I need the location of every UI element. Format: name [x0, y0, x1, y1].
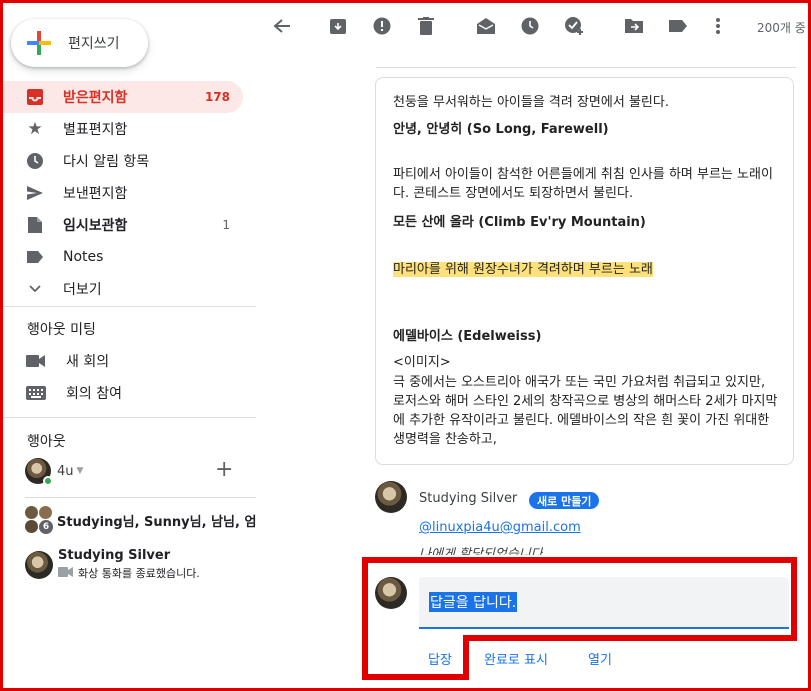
- snooze-icon[interactable]: [519, 15, 541, 37]
- comment-quote-box: 천둥을 무서워하는 아이들을 격려 장면에서 불린다. 안녕, 안녕히 (So …: [375, 77, 794, 465]
- image-placeholder: <이미지>: [393, 355, 451, 370]
- divider: [3, 417, 256, 418]
- nav-list: 받은편지함 178 ★ 별표편지함 다시 알림 항목 보낸편지함 임시보관함 1: [3, 81, 243, 305]
- new-meeting-item[interactable]: 새 회의: [25, 346, 109, 376]
- back-arrow-icon[interactable]: [271, 15, 293, 37]
- nav-label: 임시보관함: [63, 218, 128, 234]
- report-spam-icon[interactable]: [371, 15, 393, 37]
- send-icon: [25, 183, 45, 203]
- nav-label: 다시 알림 항목: [63, 154, 150, 170]
- group-chat-row[interactable]: 6 Studying님, Sunny님, 남님, 엄: [25, 506, 256, 534]
- reply-input[interactable]: 답글을 답니다.: [419, 577, 789, 629]
- assigned-text: 나에게 할당되었습니다: [419, 547, 543, 555]
- nav-label: Notes: [63, 249, 104, 265]
- trash-icon[interactable]: [415, 15, 437, 37]
- sender-avatar: [375, 481, 407, 513]
- hangouts-title: 행아웃: [27, 434, 66, 450]
- contact-status: 화상 통화를 종료했습니다.: [78, 567, 200, 580]
- caret-down-icon[interactable]: ▼: [77, 466, 84, 476]
- reply-button[interactable]: 답장: [428, 649, 452, 668]
- toolbar: 200개 중: [256, 3, 808, 49]
- nav-item-starred[interactable]: ★ 별표편지함: [3, 113, 243, 145]
- song-title: 에델바이스 (Edelweiss): [393, 329, 542, 344]
- group-avatar: 6: [25, 506, 53, 534]
- nav-label: 받은편지함: [63, 90, 128, 106]
- nav-item-snoozed[interactable]: 다시 알림 항목: [3, 145, 243, 177]
- sidebar: 편지쓰기 받은편지함 178 ★ 별표편지함 다시 알림 항목 보낸편지함 임시…: [3, 3, 260, 688]
- song-title: 모든 산에 올라 (Climb Ev'ry Mountain): [393, 215, 646, 230]
- more-vertical-icon[interactable]: [707, 15, 729, 37]
- divider: [376, 67, 796, 68]
- clock-icon: [25, 151, 45, 171]
- new-meeting-label: 새 회의: [66, 354, 110, 370]
- inbox-icon: [25, 87, 45, 107]
- nav-label: 더보기: [63, 282, 102, 298]
- star-icon: ★: [27, 119, 43, 139]
- draft-icon: [25, 215, 45, 235]
- nav-item-notes[interactable]: Notes: [3, 241, 243, 273]
- open-button[interactable]: 열기: [588, 649, 612, 668]
- nav-item-drafts[interactable]: 임시보관함 1: [3, 209, 243, 241]
- divider: [25, 497, 260, 498]
- hangouts-user-name: 4u: [57, 463, 74, 479]
- avatar: [25, 550, 53, 579]
- join-meeting-item[interactable]: 회의 참여: [25, 378, 122, 408]
- meet-title: 행아웃 미팅: [27, 322, 96, 338]
- compose-label: 편지쓰기: [68, 36, 120, 52]
- video-camera-icon: [58, 566, 74, 580]
- archive-icon[interactable]: [327, 15, 349, 37]
- nav-label: 보낸편지함: [63, 186, 128, 202]
- add-contact-icon[interactable]: +: [215, 459, 233, 481]
- hangouts-user-row[interactable]: 4u ▼: [25, 458, 84, 486]
- highlight-frame: [0, 0, 811, 3]
- nav-label: 별표편지함: [63, 122, 128, 138]
- label-icon: [25, 247, 45, 267]
- label-icon[interactable]: [667, 15, 689, 37]
- divider: [3, 306, 256, 307]
- message-text: 극 중에서는 오스트리아 애국가 또는 국민 가요처럼 취급되고 있지만, 로저…: [393, 375, 778, 447]
- sender-name: Studying Silver: [419, 491, 518, 506]
- new-badge: 새로 만들기: [529, 492, 600, 509]
- mark-done-button[interactable]: 완료로 표시: [484, 649, 548, 668]
- avatar: [375, 577, 407, 609]
- message-text: 파티에서 아이들이 참석한 어른들에게 취침 인사를 하며 부르는 노래이다. …: [393, 167, 773, 201]
- message-view: 천둥을 무서워하는 아이들을 격려 장면에서 불린다. 안녕, 안녕히 (So …: [256, 49, 808, 688]
- page-count: 200개 중: [757, 21, 806, 35]
- contact-row[interactable]: Studying Silver 화상 통화를 종료했습니다.: [25, 548, 200, 581]
- contact-name: Studying Silver: [58, 548, 171, 563]
- join-meeting-label: 회의 참여: [66, 386, 122, 402]
- unread-count: 178: [204, 90, 230, 104]
- move-to-icon[interactable]: [623, 15, 645, 37]
- message-text: 천둥을 무서워하는 아이들을 격려 장면에서 불린다.: [393, 95, 669, 110]
- mention-link[interactable]: @linuxpia4u@gmail.com: [419, 520, 581, 535]
- reply-area: 답글을 답니다. 답장 완료로 표시 열기: [256, 557, 808, 688]
- nav-item-inbox[interactable]: 받은편지함 178: [3, 81, 243, 113]
- add-task-icon[interactable]: [563, 15, 585, 37]
- video-camera-icon: [25, 354, 47, 368]
- draft-count: 1: [222, 218, 230, 232]
- highlighted-text: 마리아를 위해 원장수녀가 격려하며 부르는 노래: [393, 262, 653, 277]
- mention-line: @linuxpia4u@gmail.com: [419, 520, 581, 535]
- mark-unread-icon[interactable]: [475, 15, 497, 37]
- avatar: [25, 458, 53, 486]
- group-count-badge: 6: [39, 520, 53, 534]
- plus-icon: [27, 31, 51, 55]
- chevron-down-icon: [25, 279, 45, 299]
- nav-item-more[interactable]: 더보기: [3, 273, 243, 305]
- song-title: 안녕, 안녕히 (So Long, Farewell): [393, 122, 609, 137]
- nav-item-sent[interactable]: 보낸편지함: [3, 177, 243, 209]
- keyboard-icon: [25, 386, 47, 400]
- compose-button[interactable]: 편지쓰기: [11, 19, 148, 67]
- group-chat-name: Studying님, Sunny님, 남님, 엄: [57, 514, 257, 530]
- reply-input-text: 답글을 답니다.: [429, 592, 518, 612]
- highlight-frame: [0, 0, 3, 691]
